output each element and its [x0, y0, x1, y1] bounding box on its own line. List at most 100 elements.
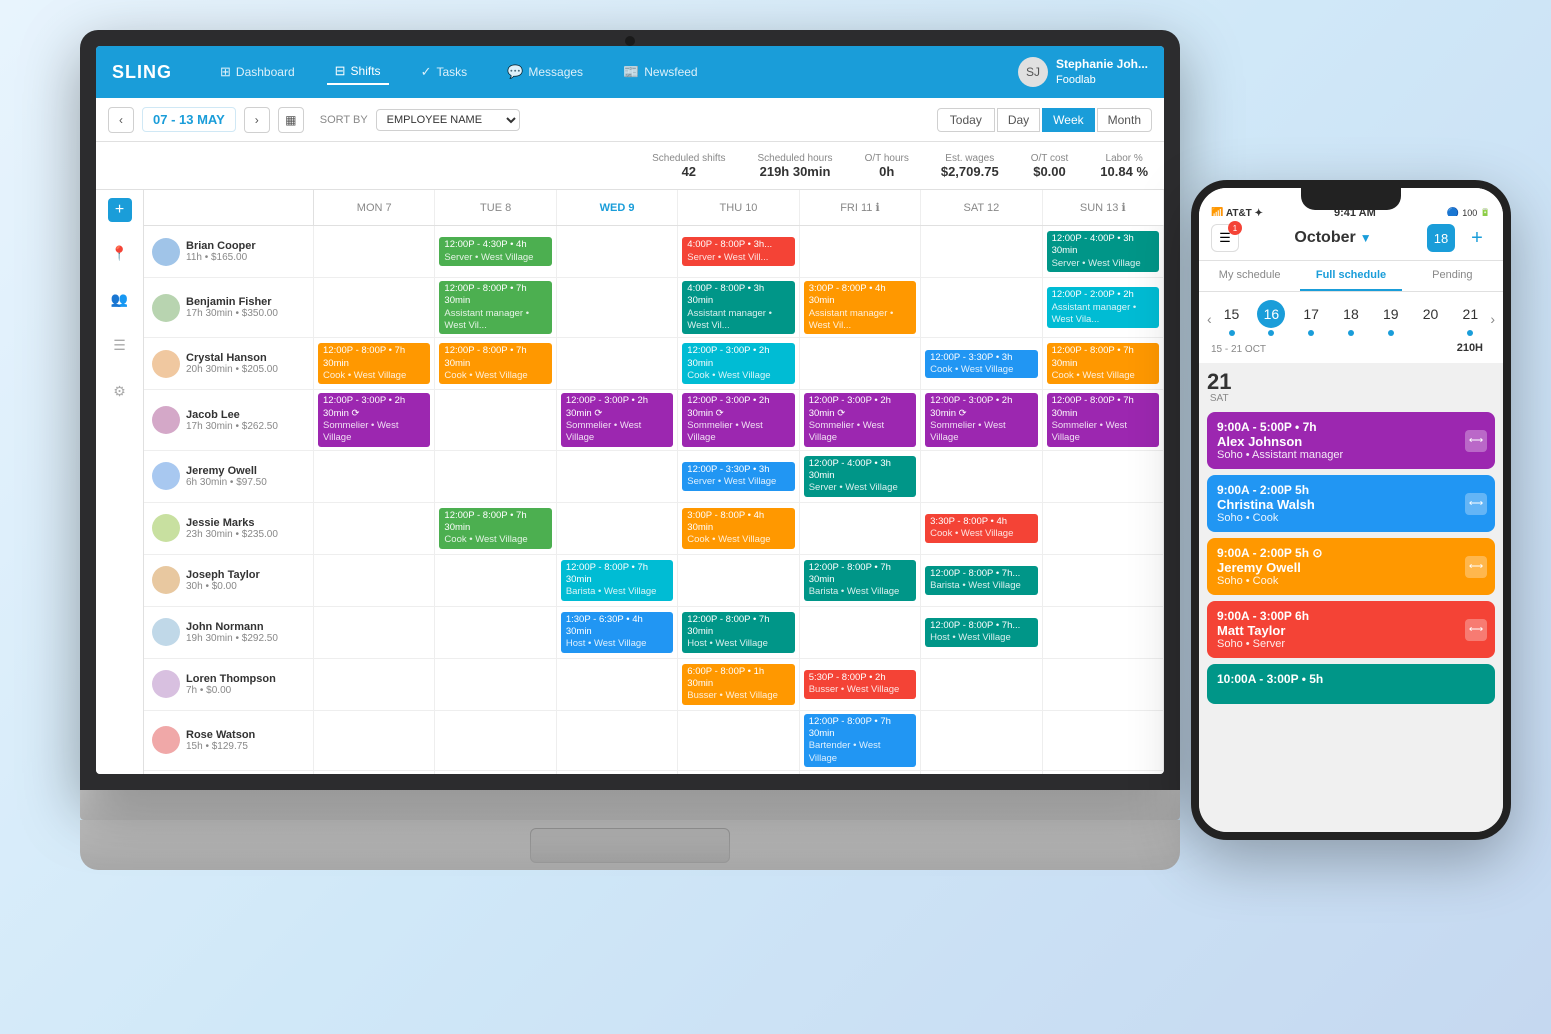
list-item[interactable]: 9:00A - 2:00P 5h ⊙ Jeremy Owell Soho • C…: [1207, 538, 1495, 595]
filter-button[interactable]: ☰ 1: [1211, 224, 1239, 252]
week-day-17[interactable]: 17: [1297, 300, 1325, 338]
list-item[interactable]: 9:00A - 2:00P 5h Christina Walsh Soho • …: [1207, 475, 1495, 532]
employee-info-cell: Brian Cooper 11h • $165.00: [144, 226, 314, 277]
day-dot: [1348, 330, 1354, 336]
tab-pending[interactable]: Pending: [1402, 261, 1503, 291]
sort-select[interactable]: EMPLOYEE NAME: [376, 109, 520, 131]
month-selector[interactable]: October ▼: [1294, 229, 1371, 247]
shift-block[interactable]: 12:00P - 8:00P • 7h 30minCook • West Vil…: [439, 508, 551, 549]
shift-block[interactable]: 3:00P - 8:00P • 4h 30minCook • West Vill…: [682, 508, 794, 549]
shift-block[interactable]: 12:00P - 3:30P • 3hCook • West Village: [925, 350, 1037, 379]
shift-block[interactable]: 12:00P - 3:00P • 2h 30min ⟳Sommelier • W…: [318, 393, 430, 446]
shift-cell-sun: [1043, 711, 1164, 770]
shift-block[interactable]: 3:30P - 8:00P • 4hCook • West Village: [925, 514, 1037, 543]
shift-block[interactable]: 12:00P - 4:30P • 4hServer • West Village: [439, 237, 551, 266]
list-item[interactable]: 9:00A - 3:00P 6h Matt Taylor Soho • Serv…: [1207, 601, 1495, 658]
week-day-18[interactable]: 18: [1337, 300, 1365, 338]
week-day-16[interactable]: 16: [1257, 300, 1285, 338]
next-week-button[interactable]: ›: [244, 107, 270, 133]
shift-block[interactable]: 12:00P - 8:00P • 7h 30minHost • West Vil…: [682, 612, 794, 653]
shift-block[interactable]: 12:00P - 3:30P • 3hServer • West Village: [682, 462, 794, 491]
list-item[interactable]: 10:00A - 3:00P • 5h: [1207, 664, 1495, 704]
shift-cell-sat: 12:00P - 3:00P • 2h 30min ⟳Sommelier • W…: [921, 390, 1042, 449]
shift-cell-sun: [1043, 607, 1164, 658]
nav-tasks[interactable]: ✓ Tasks: [413, 60, 476, 84]
nav-newsfeed[interactable]: 📰 Newsfeed: [615, 60, 706, 84]
shift-block[interactable]: 12:00P - 8:00P • 7h 30minBarista • West …: [561, 560, 673, 601]
stat-ot-hours: O/T hours 0h: [865, 153, 909, 179]
stat-est-wages: Est. wages $2,709.75: [941, 153, 999, 179]
next-week-mobile-button[interactable]: ›: [1490, 311, 1495, 327]
shift-action-icon[interactable]: ⟷: [1465, 556, 1487, 578]
add-shift-button[interactable]: +: [108, 198, 132, 222]
shift-block[interactable]: 12:00P - 8:00P • 7h 30minBartender • Wes…: [804, 714, 916, 767]
tab-full-schedule[interactable]: Full schedule: [1300, 261, 1401, 291]
shift-block[interactable]: 6:00P - 8:00P • 1h 30minBusser • West Vi…: [682, 664, 794, 705]
shift-action-icon[interactable]: ⟷: [1465, 619, 1487, 641]
week-strip: ‹ 15 16 17: [1199, 292, 1503, 363]
today-button[interactable]: Today: [937, 108, 995, 132]
phone-screen: 📶 AT&T ✦ 9:41 AM 🔵 100 🔋 ☰ 1 October ▼: [1199, 188, 1503, 832]
trackpad[interactable]: [530, 828, 730, 863]
shift-block[interactable]: 1:30P - 6:30P • 4h 30minHost • West Vill…: [561, 612, 673, 653]
shift-block[interactable]: 12:00P - 3:00P • 2h 30min ⟳Sommelier • W…: [561, 393, 673, 446]
prev-week-button[interactable]: ‹: [108, 107, 134, 133]
shift-block[interactable]: 12:00P - 8:00P • 7h 30minBarista • West …: [804, 560, 916, 601]
shift-block[interactable]: 12:00P - 8:00P • 7h...Barista • West Vil…: [925, 566, 1037, 595]
avatar: SJ: [1018, 57, 1048, 87]
shift-block[interactable]: 4:00P - 8:00P • 3h 30minAssistant manage…: [682, 281, 794, 334]
date-range-display: 07 - 13 MAY: [142, 107, 236, 132]
employee-name: Benjamin Fisher: [186, 296, 278, 308]
employee-info-cell: Benjamin Fisher 17h 30min • $350.00: [144, 278, 314, 337]
people-icon[interactable]: 👥: [105, 284, 135, 314]
list-item[interactable]: 9:00A - 5:00P • 7h Alex Johnson Soho • A…: [1207, 412, 1495, 469]
shift-block[interactable]: 12:00P - 8:00P • 7h 30minCook • West Vil…: [1047, 343, 1159, 384]
shift-employee-name: Matt Taylor: [1217, 623, 1485, 638]
stat-scheduled-shifts: Scheduled shifts 42: [652, 153, 725, 179]
shift-block[interactable]: 12:00P - 8:00P • 7h 30minCook • West Vil…: [439, 343, 551, 384]
laptop-trackpad-area: [80, 820, 1180, 870]
nav-dashboard[interactable]: ⊞ Dashboard: [212, 60, 303, 84]
shift-block[interactable]: 3:00P - 8:00P • 4h 30minAssistant manage…: [804, 281, 916, 334]
day-dot: [1308, 330, 1314, 336]
shift-block[interactable]: 12:00P - 3:00P • 2h 30min ⟳Sommelier • W…: [682, 393, 794, 446]
shift-block[interactable]: 12:00P - 3:00P • 2h 30min ⟳Sommelier • W…: [925, 393, 1037, 446]
shift-cell-sun: 12:00P - 8:00P • 7h 30minSommelier • Wes…: [1043, 390, 1164, 449]
shift-block[interactable]: 12:00P - 4:00P • 3h 30minServer • West V…: [804, 456, 916, 497]
shift-block[interactable]: 5:30P - 8:00P • 2hBusser • West Village: [804, 670, 916, 699]
week-day-15[interactable]: 15: [1218, 300, 1246, 338]
shift-block[interactable]: 12:00P - 8:00P • 7h 30minSommelier • Wes…: [1047, 393, 1159, 446]
tab-my-schedule[interactable]: My schedule: [1199, 261, 1300, 291]
week-day-19[interactable]: 19: [1377, 300, 1405, 338]
add-shift-mobile-button[interactable]: +: [1463, 224, 1491, 252]
shift-cell-fri: 5:30P - 8:00P • 2hBusser • West Village: [800, 659, 921, 710]
nav-shifts[interactable]: ⊟ Shifts: [327, 59, 389, 85]
location-icon[interactable]: 📍: [105, 238, 135, 268]
shift-block[interactable]: 4:00P - 8:00P • 3h...Server • West Vill.…: [682, 237, 794, 266]
list-icon[interactable]: ☰: [105, 330, 135, 360]
shift-action-icon[interactable]: ⟷: [1465, 493, 1487, 515]
month-view-button[interactable]: Month: [1097, 108, 1152, 132]
employee-details: Brian Cooper 11h • $165.00: [186, 240, 256, 263]
shift-block[interactable]: 12:00P - 8:00P • 7h 30minAssistant manag…: [439, 281, 551, 334]
shift-block[interactable]: 12:00P - 3:00P • 2h 30min ⟳Sommelier • W…: [804, 393, 916, 446]
shift-cell-tue: [435, 607, 556, 658]
week-day-20[interactable]: 20: [1417, 300, 1445, 338]
shift-block[interactable]: 12:00P - 8:00P • 7h 30minCook • West Vil…: [318, 343, 430, 384]
calendar-view-button[interactable]: ▦: [278, 107, 304, 133]
day-dot: [1268, 330, 1274, 336]
shift-cell-wed: 12:00P - 3:00P • 2h 30min ⟳Sommelier • W…: [557, 390, 678, 449]
filter-icon[interactable]: ⚙: [105, 376, 135, 406]
shift-block[interactable]: 12:00P - 3:00P • 2h 30minCook • West Vil…: [682, 343, 794, 384]
calendar-icon[interactable]: 18: [1427, 224, 1455, 252]
nav-messages[interactable]: 💬 Messages: [499, 60, 591, 84]
shift-block[interactable]: 12:00P - 8:00P • 7h...Host • West Villag…: [925, 618, 1037, 647]
week-view-button[interactable]: Week: [1042, 108, 1094, 132]
day-view-button[interactable]: Day: [997, 108, 1040, 132]
shift-cell-sun: [1043, 451, 1164, 502]
shift-block[interactable]: 12:00P - 4:00P • 3h 30minServer • West V…: [1047, 231, 1159, 272]
shift-action-icon[interactable]: ⟷: [1465, 430, 1487, 452]
shift-block[interactable]: 12:00P - 2:00P • 2hAssistant manager • W…: [1047, 287, 1159, 328]
laptop-base: [80, 790, 1180, 820]
week-day-21[interactable]: 21: [1456, 300, 1484, 338]
